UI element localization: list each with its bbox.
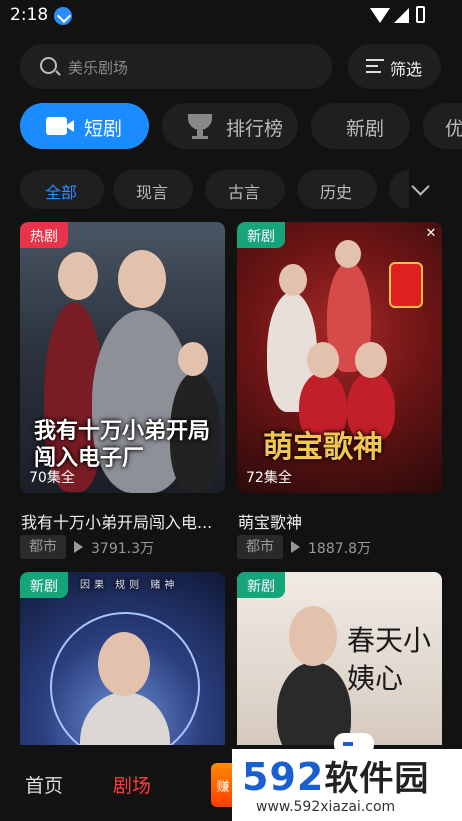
trophy-icon (188, 114, 212, 139)
battery-icon (416, 6, 425, 23)
poster-figure (307, 342, 339, 378)
drama-card[interactable]: 春天小姨心 新剧 (237, 572, 442, 821)
new-badge: 新剧 (237, 222, 285, 248)
tab-new-drama[interactable]: 新剧 (311, 103, 410, 149)
play-icon (291, 541, 300, 553)
category-label: 古言 (228, 183, 261, 202)
filter-icon (366, 59, 384, 73)
category-label: 现言 (136, 183, 169, 202)
status-time: 2:18 (10, 5, 49, 25)
signal-icon (394, 8, 409, 23)
play-icon (74, 541, 83, 553)
filter-button[interactable]: 筛选 (348, 44, 441, 89)
drama-title[interactable]: 萌宝歌神 (238, 509, 443, 533)
tab-label: 短剧 (84, 118, 123, 140)
poster-figure (289, 606, 337, 666)
video-camera-icon (46, 117, 74, 135)
watermark-brand-cn: 软件园 (324, 759, 430, 799)
chevron-down-icon[interactable] (411, 177, 430, 196)
poster-figure (355, 342, 387, 378)
tab-label: 排行榜 (226, 118, 284, 140)
category-modern[interactable]: 现言 (113, 170, 193, 209)
genre-tag: 都市 (237, 535, 283, 559)
drama-card[interactable]: 我有十万小弟开局闯入电子厂 热剧 70集全 我有十万小弟开局闯入电... 都市 … (20, 222, 225, 562)
poster-figure (279, 264, 307, 296)
tab-more[interactable]: 优 (423, 103, 462, 149)
nav-home[interactable]: 首页 (25, 771, 63, 798)
tab-ranking[interactable]: 排行榜 (162, 103, 298, 149)
drama-card[interactable]: 因果 规则 赌神 新剧 (20, 572, 225, 821)
poster-title: 萌宝歌神 (263, 430, 383, 465)
red-envelope-icon[interactable] (389, 262, 423, 308)
episode-count: 72集全 (246, 470, 292, 486)
category-label: 历史 (320, 183, 353, 202)
genre-tag: 都市 (20, 535, 66, 559)
poster-figure (118, 250, 166, 308)
filter-label: 筛选 (390, 60, 423, 79)
category-overflow[interactable] (389, 170, 409, 209)
main-tabs: 短剧 排行榜 新剧 优 (0, 103, 462, 151)
wifi-icon (370, 8, 390, 23)
search-input[interactable]: 美乐剧场 (20, 44, 332, 89)
hot-badge: 热剧 (20, 222, 68, 248)
watermark-number: 592 (242, 755, 325, 799)
new-badge: 新剧 (237, 572, 285, 598)
close-icon[interactable]: ✕ (424, 227, 438, 241)
drama-poster[interactable]: 我有十万小弟开局闯入电子厂 热剧 70集全 (20, 222, 225, 493)
category-label: 全部 (45, 183, 78, 202)
poster-title: 我有十万小弟开局闯入电子厂 (34, 419, 211, 471)
poster-figure (335, 240, 361, 268)
poster-figure (178, 342, 208, 376)
watermark: 592软件园 www.592xiazai.com (232, 749, 462, 821)
poster-title: 因果 规则 赌神 (80, 580, 179, 591)
nav-theater[interactable]: 剧场 (113, 771, 151, 798)
watermark-brand: 592软件园 (242, 751, 429, 800)
new-badge: 新剧 (20, 572, 68, 598)
status-icons (370, 6, 430, 26)
drama-poster[interactable]: 萌宝歌神 新剧 ✕ 72集全 (237, 222, 442, 493)
search-placeholder: 美乐剧场 (68, 59, 129, 77)
category-ancient[interactable]: 古言 (205, 170, 285, 209)
tab-label: 新剧 (346, 118, 385, 140)
drama-card[interactable]: 萌宝歌神 新剧 ✕ 72集全 萌宝歌神 都市 1887.8万 (237, 222, 442, 562)
download-icon (54, 7, 72, 25)
tab-label: 优 (445, 118, 462, 140)
episode-count: 70集全 (29, 470, 75, 486)
poster-figure (98, 632, 150, 696)
search-icon (40, 57, 57, 74)
category-history[interactable]: 历史 (297, 170, 377, 209)
status-bar: 2:18 (0, 0, 462, 32)
poster-title: 春天小姨心 (347, 624, 432, 695)
view-count: 3791.3万 (91, 541, 154, 557)
poster-figure (58, 252, 98, 300)
drama-title[interactable]: 我有十万小弟开局闯入电... (21, 509, 226, 533)
view-count: 1887.8万 (308, 541, 371, 557)
tab-short-drama[interactable]: 短剧 (20, 103, 149, 149)
watermark-url: www.592xiazai.com (256, 799, 396, 815)
category-all[interactable]: 全部 (20, 170, 104, 209)
